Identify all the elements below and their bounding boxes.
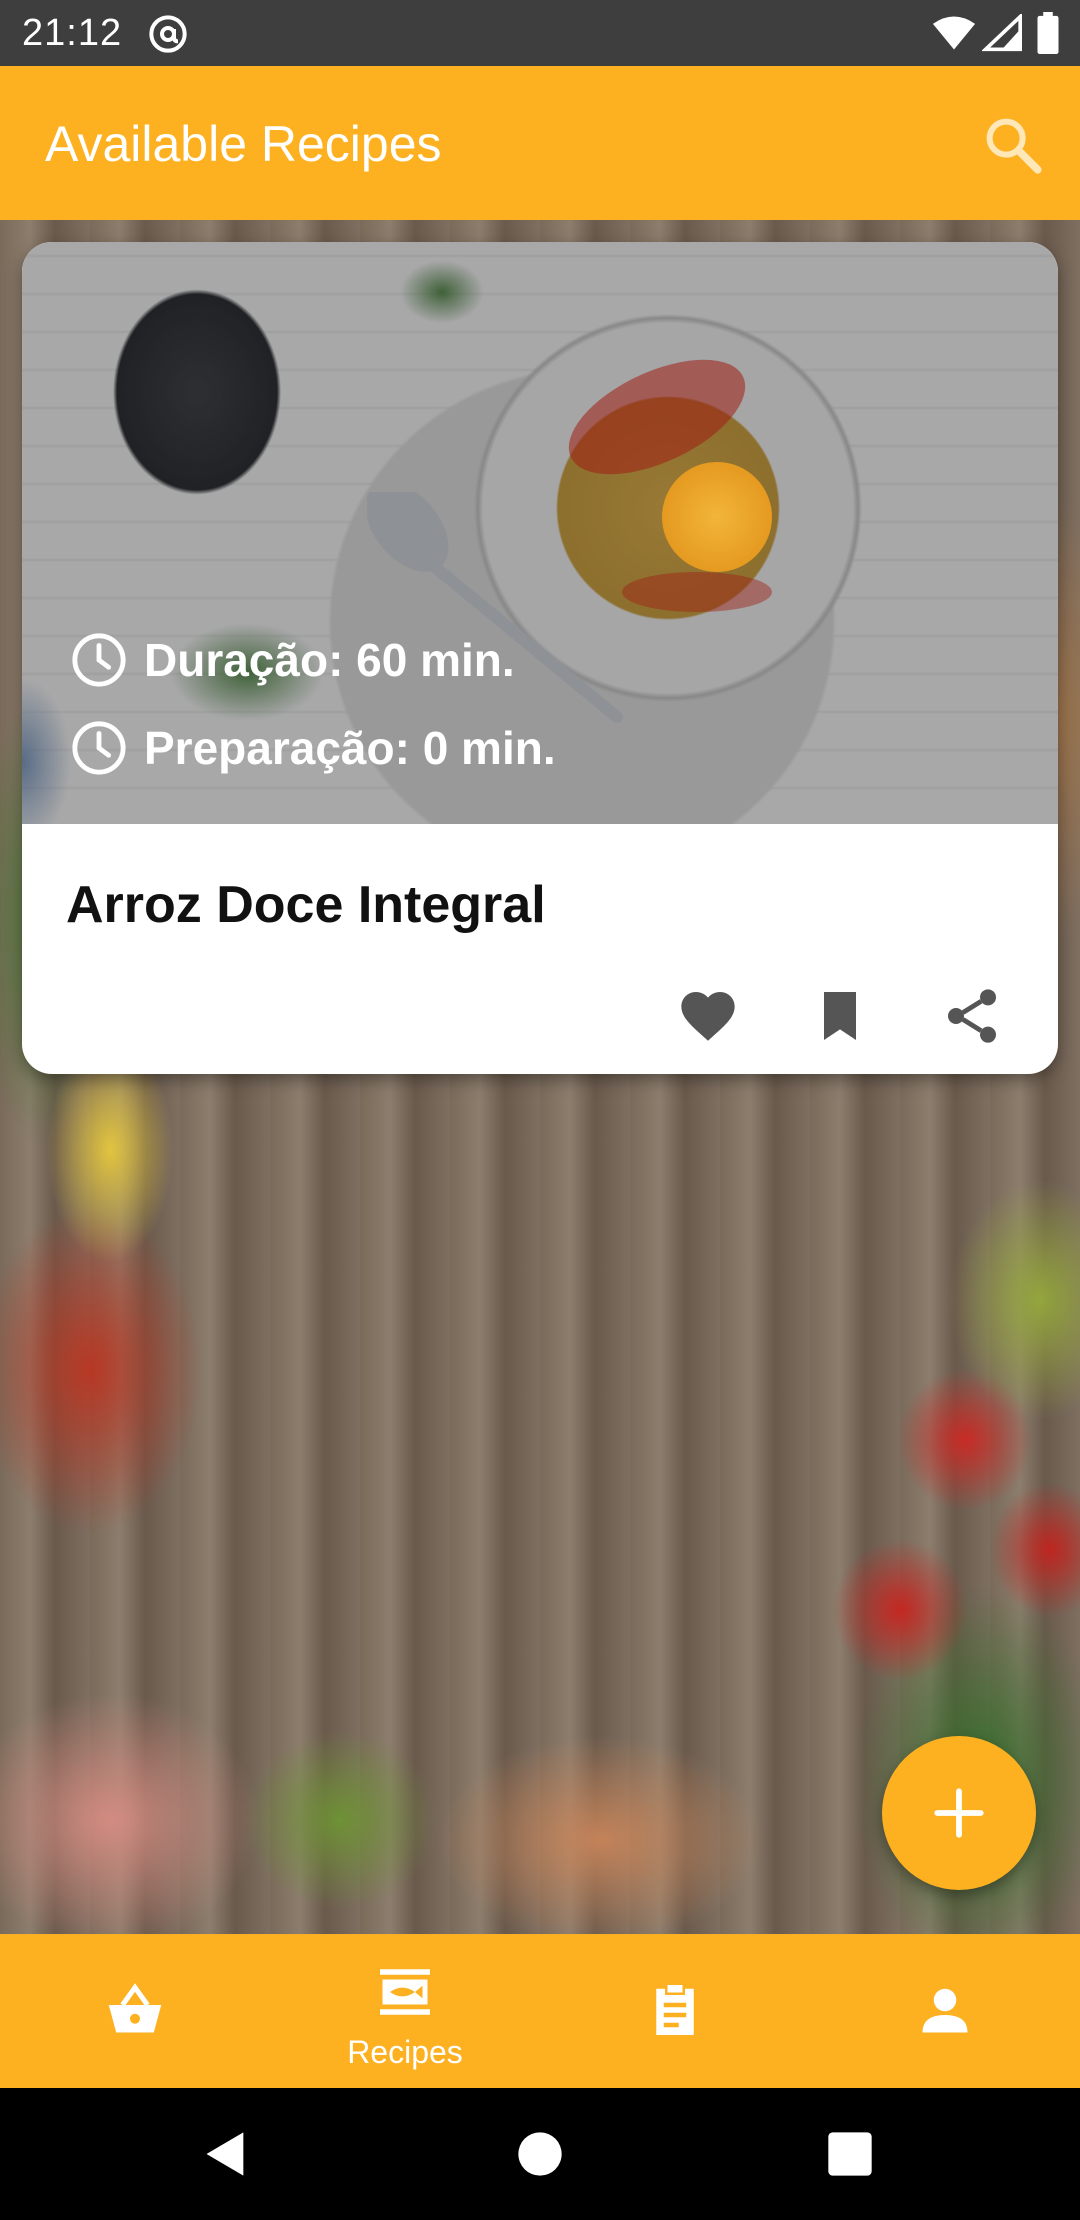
status-time: 21:12 bbox=[22, 12, 123, 54]
recipe-title: Arroz Doce Integral bbox=[66, 876, 546, 934]
clipboard-icon bbox=[656, 1982, 694, 2035]
battery-icon bbox=[1037, 12, 1059, 54]
clock-icon bbox=[72, 721, 126, 775]
orange-slice bbox=[662, 462, 772, 572]
app-bar: Available Recipes bbox=[0, 66, 1080, 220]
at-sign-icon bbox=[149, 15, 187, 53]
recents-icon bbox=[828, 2132, 872, 2176]
bottom-navigation: Recipes bbox=[0, 1934, 1080, 2088]
nav-item-profile[interactable] bbox=[810, 1934, 1080, 2088]
nav-item-clipboard[interactable] bbox=[540, 1934, 810, 2088]
system-back-button[interactable] bbox=[200, 2128, 252, 2180]
heart-icon bbox=[681, 992, 735, 1041]
wifi-icon bbox=[932, 16, 976, 50]
duration-row: Duração: 60 min. bbox=[70, 628, 515, 692]
nav-item-basket[interactable] bbox=[0, 1934, 270, 2088]
person-icon bbox=[922, 1988, 968, 2033]
recipe-card[interactable]: Duração: 60 min. Preparação: 0 min. Arro… bbox=[22, 242, 1058, 1074]
duration-text: Duração: 60 min. bbox=[144, 634, 515, 686]
page-title: Available Recipes bbox=[45, 116, 442, 172]
status-bar: 21:12 bbox=[0, 0, 1080, 66]
spoon-image bbox=[367, 492, 623, 723]
shopping-basket-icon bbox=[108, 1983, 162, 2033]
search-button[interactable] bbox=[980, 112, 1046, 178]
bookmark-button[interactable] bbox=[808, 984, 872, 1048]
preparation-text: Preparação: 0 min. bbox=[144, 722, 556, 774]
plus-icon bbox=[934, 1788, 984, 1838]
bookmark-icon bbox=[824, 992, 856, 1040]
recipes-icon bbox=[380, 1969, 430, 2015]
add-recipe-button[interactable] bbox=[882, 1736, 1036, 1890]
search-icon bbox=[986, 118, 1042, 174]
favorite-button[interactable] bbox=[676, 984, 740, 1048]
screen: 21:12 Available Recipes Duração: 60 min.… bbox=[0, 0, 1080, 2220]
recipe-image: Duração: 60 min. Preparação: 0 min. bbox=[22, 242, 1058, 824]
clock-icon bbox=[72, 633, 126, 687]
share-icon bbox=[948, 989, 996, 1043]
cell-signal-icon bbox=[982, 14, 1022, 52]
preparation-row: Preparação: 0 min. bbox=[70, 716, 556, 780]
nav-label-recipes: Recipes bbox=[347, 2034, 463, 2070]
system-navigation-bar bbox=[0, 2088, 1080, 2220]
nav-item-recipes[interactable]: Recipes bbox=[270, 1934, 540, 2088]
share-button[interactable] bbox=[940, 984, 1004, 1048]
back-icon bbox=[206, 2132, 244, 2176]
system-home-button[interactable] bbox=[514, 2128, 566, 2180]
home-icon bbox=[518, 2132, 562, 2176]
system-recents-button[interactable] bbox=[824, 2128, 876, 2180]
